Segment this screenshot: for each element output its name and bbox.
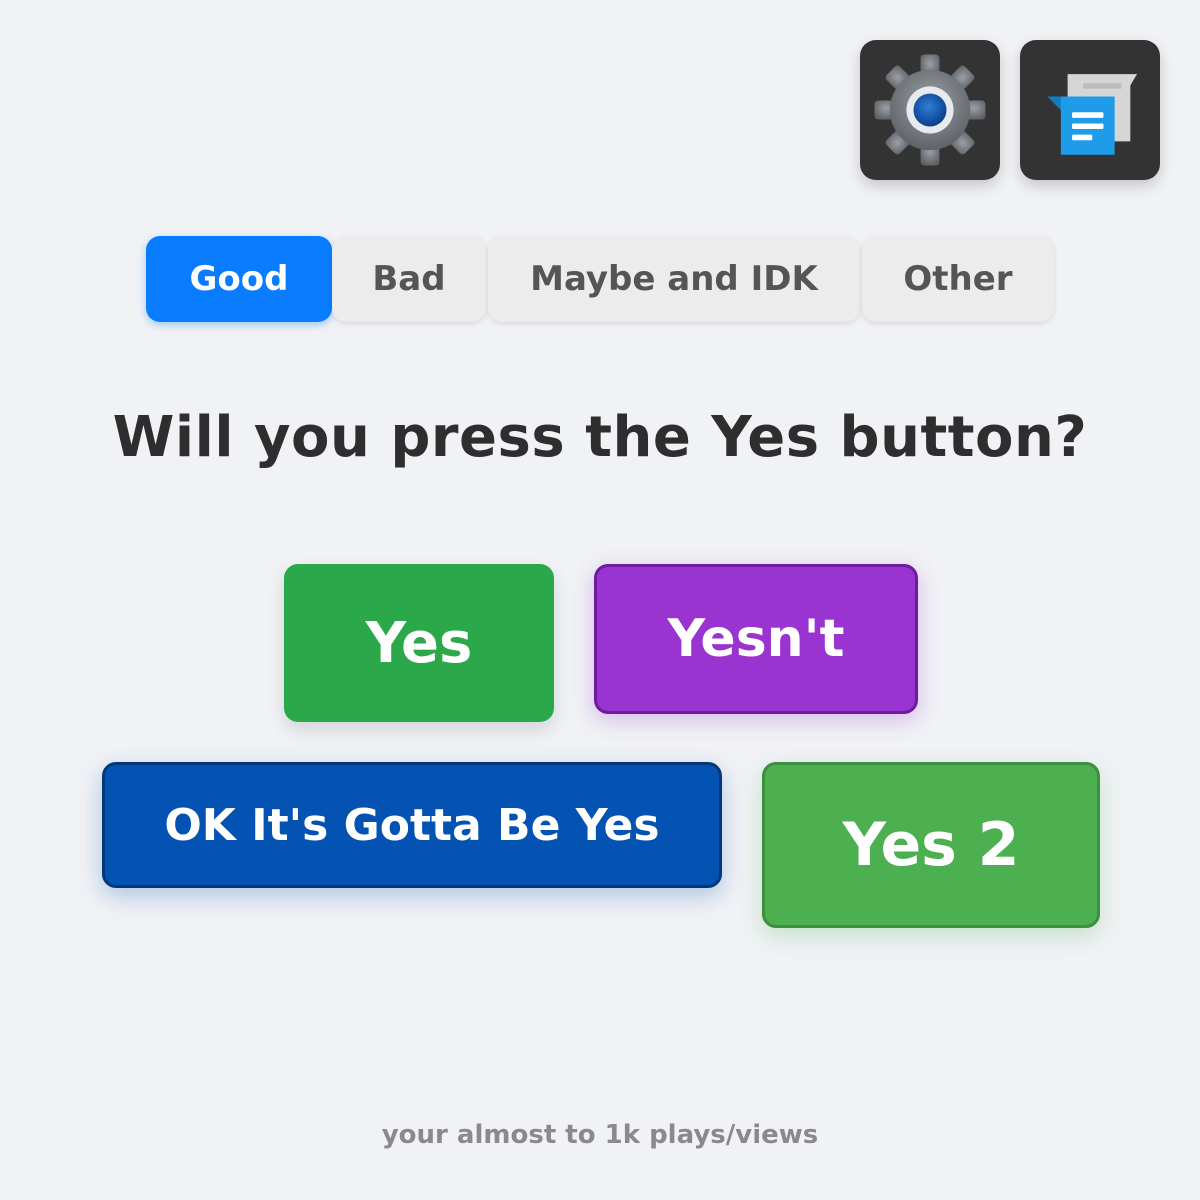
tab-maybe-and-idk[interactable]: Maybe and IDK xyxy=(488,236,860,322)
question-text: Will you press the Yes button? xyxy=(112,405,1088,470)
tab-good[interactable]: Good xyxy=(146,236,332,322)
yes-button[interactable]: Yes xyxy=(284,564,554,722)
settings-app-button[interactable] xyxy=(860,40,1000,180)
tab-bad[interactable]: Bad xyxy=(332,236,486,322)
messages-app-button[interactable] xyxy=(1020,40,1160,180)
chat-icon xyxy=(1047,74,1138,155)
gear-icon xyxy=(874,54,986,166)
game-screen: Good Bad Maybe and IDK Other Will you pr… xyxy=(0,0,1200,1200)
yes-2-button[interactable]: Yes 2 xyxy=(762,762,1100,928)
footer-text: your almost to 1k plays/views xyxy=(381,1120,819,1150)
tab-other[interactable]: Other xyxy=(862,236,1054,322)
yesnt-button[interactable]: Yesn't xyxy=(594,564,918,714)
ok-its-gotta-be-yes-button[interactable]: OK It's Gotta Be Yes xyxy=(102,762,722,888)
